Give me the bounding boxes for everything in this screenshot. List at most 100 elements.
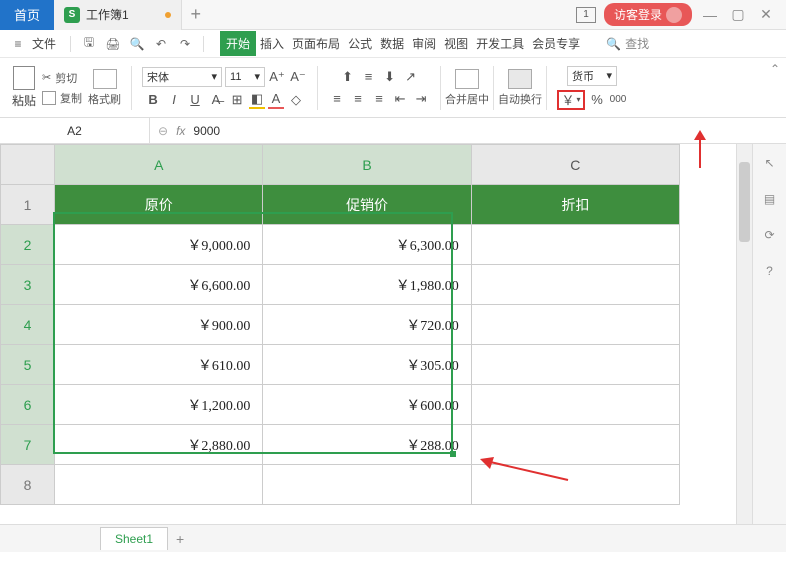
- bold-button[interactable]: B: [144, 91, 162, 109]
- tab-home[interactable]: 首页: [0, 0, 54, 30]
- save-icon[interactable]: 🖫: [79, 34, 99, 54]
- undo-icon[interactable]: ↶: [151, 34, 171, 54]
- row-header[interactable]: 2: [1, 225, 55, 265]
- properties-icon[interactable]: ▤: [761, 190, 779, 208]
- font-name-select[interactable]: 宋体▾: [142, 67, 222, 87]
- paste-button[interactable]: 粘贴: [12, 66, 36, 109]
- indent-increase-button[interactable]: ⇥: [412, 90, 430, 108]
- tab-data[interactable]: 数据: [376, 31, 408, 56]
- tab-formulas[interactable]: 公式: [344, 31, 376, 56]
- app-menu-icon[interactable]: ≡: [8, 34, 28, 54]
- row-header[interactable]: 7: [1, 425, 55, 465]
- maximize-button[interactable]: ▢: [728, 6, 748, 23]
- strike-button[interactable]: A̶: [207, 91, 225, 109]
- merge-center-button[interactable]: 合并居中: [445, 69, 489, 107]
- percent-format-button[interactable]: %: [588, 91, 606, 109]
- fill-color-button[interactable]: ◧: [249, 91, 265, 109]
- cell[interactable]: [471, 225, 679, 265]
- comma-format-button[interactable]: 000: [609, 91, 627, 109]
- cell[interactable]: ￥6,600.00: [55, 265, 263, 305]
- align-middle-button[interactable]: ≡: [360, 68, 378, 86]
- name-box[interactable]: A2: [0, 118, 150, 143]
- currency-format-button[interactable]: ￥▾: [557, 90, 585, 110]
- border-button[interactable]: ⊞: [228, 91, 246, 109]
- cell[interactable]: ￥720.00: [263, 305, 471, 345]
- print-preview-icon[interactable]: 🔍: [127, 34, 147, 54]
- tab-workbook[interactable]: S 工作簿1: [54, 0, 182, 30]
- tab-review[interactable]: 审阅: [408, 31, 440, 56]
- cell[interactable]: [471, 465, 679, 505]
- select-all-corner[interactable]: [1, 145, 55, 185]
- align-bottom-button[interactable]: ⬇: [381, 68, 399, 86]
- cell[interactable]: [471, 265, 679, 305]
- cell[interactable]: ￥1,200.00: [55, 385, 263, 425]
- redo-icon[interactable]: ↷: [175, 34, 195, 54]
- vertical-scrollbar[interactable]: [736, 144, 752, 524]
- cancel-edit-icon[interactable]: ⊖: [158, 124, 168, 138]
- cell[interactable]: [471, 305, 679, 345]
- cell[interactable]: ￥2,880.00: [55, 425, 263, 465]
- align-right-button[interactable]: ≡: [370, 90, 388, 108]
- cell[interactable]: 促销价: [263, 185, 471, 225]
- indent-decrease-button[interactable]: ⇤: [391, 90, 409, 108]
- cell[interactable]: ￥6,300.00: [263, 225, 471, 265]
- tab-start[interactable]: 开始: [220, 31, 256, 56]
- backup-icon[interactable]: ⟳: [761, 226, 779, 244]
- scrollbar-thumb[interactable]: [739, 162, 750, 242]
- ribbon-collapse-icon[interactable]: ⌃: [770, 62, 780, 76]
- col-header-b[interactable]: B: [263, 145, 471, 185]
- col-header-a[interactable]: A: [55, 145, 263, 185]
- grid[interactable]: A B C 1 原价 促销价 折扣 2￥9,000.00￥6,300.00 3￥…: [0, 144, 736, 524]
- clear-format-button[interactable]: ◇: [287, 91, 305, 109]
- cell[interactable]: ￥288.00: [263, 425, 471, 465]
- new-tab-button[interactable]: +: [182, 0, 210, 30]
- increase-font-button[interactable]: A⁺: [268, 68, 286, 86]
- sheet-tab[interactable]: Sheet1: [100, 527, 168, 550]
- cell[interactable]: [471, 385, 679, 425]
- row-header[interactable]: 1: [1, 185, 55, 225]
- align-left-button[interactable]: ≡: [328, 90, 346, 108]
- format-painter-button[interactable]: 格式刷: [88, 69, 121, 107]
- search-box[interactable]: 🔍 查找: [606, 35, 649, 52]
- cell[interactable]: ￥305.00: [263, 345, 471, 385]
- underline-button[interactable]: U: [186, 91, 204, 109]
- cell[interactable]: [471, 345, 679, 385]
- window-count-icon[interactable]: 1: [576, 7, 596, 23]
- tab-view[interactable]: 视图: [440, 31, 472, 56]
- cell[interactable]: ￥900.00: [55, 305, 263, 345]
- row-header[interactable]: 5: [1, 345, 55, 385]
- number-format-select[interactable]: 货币▾: [567, 66, 617, 86]
- formula-input[interactable]: 9000: [193, 124, 220, 138]
- row-header[interactable]: 8: [1, 465, 55, 505]
- cut-button[interactable]: ✂剪切: [42, 69, 82, 87]
- italic-button[interactable]: I: [165, 91, 183, 109]
- col-header-c[interactable]: C: [471, 145, 679, 185]
- fx-icon[interactable]: fx: [176, 124, 185, 138]
- copy-button[interactable]: 复制: [42, 89, 82, 107]
- tab-member[interactable]: 会员专享: [528, 31, 584, 56]
- cell[interactable]: ￥610.00: [55, 345, 263, 385]
- cell[interactable]: ￥600.00: [263, 385, 471, 425]
- wrap-text-button[interactable]: 自动换行: [498, 69, 542, 107]
- file-menu[interactable]: 文件: [32, 35, 56, 52]
- row-header[interactable]: 6: [1, 385, 55, 425]
- cell[interactable]: [263, 465, 471, 505]
- cell[interactable]: 折扣: [471, 185, 679, 225]
- tab-devtools[interactable]: 开发工具: [472, 31, 528, 56]
- help-icon[interactable]: ?: [761, 262, 779, 280]
- orientation-button[interactable]: ↗: [402, 68, 420, 86]
- guest-login-button[interactable]: 访客登录: [604, 3, 692, 26]
- export-icon[interactable]: 🖨: [103, 34, 123, 54]
- row-header[interactable]: 3: [1, 265, 55, 305]
- cell[interactable]: ￥1,980.00: [263, 265, 471, 305]
- tab-pagelayout[interactable]: 页面布局: [288, 31, 344, 56]
- decrease-font-button[interactable]: A⁻: [289, 68, 307, 86]
- font-size-select[interactable]: 11▾: [225, 67, 265, 87]
- minimize-button[interactable]: —: [700, 7, 720, 23]
- add-sheet-button[interactable]: +: [168, 531, 192, 547]
- select-tool-icon[interactable]: ↖: [761, 154, 779, 172]
- row-header[interactable]: 4: [1, 305, 55, 345]
- align-center-button[interactable]: ≡: [349, 90, 367, 108]
- font-color-button[interactable]: A: [268, 91, 284, 109]
- cell[interactable]: 原价: [55, 185, 263, 225]
